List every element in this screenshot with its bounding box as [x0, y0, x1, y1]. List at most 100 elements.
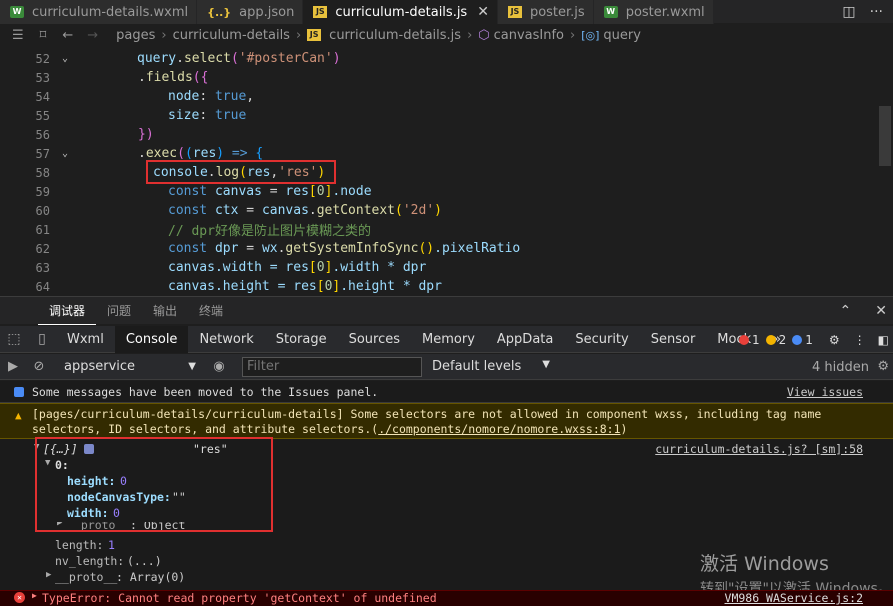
dock-icon[interactable]: ◧ — [878, 333, 889, 347]
token: .height * dpr — [340, 279, 442, 294]
tab-label: poster.wxml — [625, 4, 705, 20]
breadcrumb-item[interactable]: pages — [116, 28, 155, 43]
tab-sources[interactable]: Sources — [338, 326, 411, 353]
inspect-element-icon[interactable]: ⬚ — [0, 326, 28, 353]
tab-network[interactable]: Network — [188, 326, 264, 353]
close-icon[interactable]: ✕ — [875, 303, 887, 319]
token: : — [199, 108, 215, 123]
token: res — [285, 260, 309, 275]
breadcrumb-item[interactable]: curriculum-details.js — [329, 28, 461, 43]
devtools-tab-bar: ⬚ ▯ Wxml Console Network Storage Sources… — [0, 325, 893, 353]
tab-app-json[interactable]: {..} app.json — [197, 0, 304, 24]
tab-debugger[interactable]: 调试器 — [38, 297, 97, 325]
tab-curriculum-details-js[interactable]: JS curriculum-details.js ✕ — [303, 0, 498, 24]
token: , — [246, 89, 255, 104]
token: [ — [308, 184, 317, 199]
code-editor[interactable]: 52 ⌄ query.select('#posterCan') 53 .field… — [0, 46, 893, 296]
tab-storage[interactable]: Storage — [265, 326, 338, 353]
token: .width * dpr — [332, 260, 427, 275]
wxml-icon: W — [603, 6, 618, 18]
tab-label: curriculum-details.wxml — [32, 4, 189, 20]
close-icon[interactable]: ✕ — [477, 4, 489, 20]
log-levels-value: Default levels — [432, 359, 522, 374]
token: canvas — [168, 279, 215, 294]
token: () — [418, 241, 435, 256]
tree-key: nv_length: — [55, 554, 125, 568]
forward-arrow-icon[interactable]: → — [87, 28, 98, 43]
gear-icon[interactable]: ⚙ — [829, 333, 840, 347]
panel-tab-bar: 调试器 问题 输出 终端 ⌃ ✕ — [0, 296, 893, 325]
split-editor-icon[interactable]: ◫ — [842, 4, 855, 20]
tab-terminal[interactable]: 终端 — [188, 297, 234, 325]
tab-memory[interactable]: Memory — [411, 326, 486, 353]
tab-output[interactable]: 输出 — [142, 297, 188, 325]
token: .width = — [214, 260, 286, 275]
log-source-link[interactable]: curriculum-details.js? [sm]:58 — [655, 442, 863, 456]
line-number: 57 — [35, 146, 50, 161]
clear-console-icon[interactable]: ⊘ — [26, 359, 52, 374]
token: query — [137, 51, 177, 66]
tab-poster-js[interactable]: JS poster.js — [497, 0, 594, 24]
error-count[interactable]: 1 — [738, 333, 760, 347]
device-toggle-icon[interactable]: ▯ — [28, 326, 56, 353]
line-number: 56 — [35, 127, 50, 142]
js-icon: JS — [313, 6, 328, 18]
view-issues-link[interactable]: View issues — [787, 385, 863, 399]
breadcrumb-item[interactable]: canvasInfo — [494, 28, 564, 43]
error-source-link[interactable]: VM986 WAService.js:2 — [725, 591, 863, 605]
js-icon: JS — [307, 29, 322, 41]
list-icon[interactable]: ☰ — [12, 28, 24, 43]
filter-input[interactable] — [242, 356, 422, 377]
context-value: appservice — [64, 359, 136, 374]
token: .node — [332, 184, 372, 199]
token: . — [138, 146, 146, 161]
tab-sensor[interactable]: Sensor — [640, 326, 707, 353]
expand-triangle-icon[interactable]: ▶ — [46, 570, 51, 580]
breadcrumb-item[interactable]: curriculum-details — [173, 28, 290, 43]
expand-triangle-icon[interactable]: ▶ — [32, 591, 37, 600]
chevron-up-icon[interactable]: ⌃ — [840, 303, 852, 319]
code-line: 59 const canvas = res[0].node — [0, 182, 880, 201]
more-actions-icon[interactable]: ··· — [870, 4, 883, 20]
bookmark-icon[interactable]: ⌑ — [40, 28, 47, 43]
token: true — [214, 108, 247, 123]
info-count[interactable]: 1 — [792, 333, 813, 347]
warning-count[interactable]: 2 — [765, 333, 786, 347]
token: ) — [216, 146, 225, 161]
context-select[interactable]: appservice ▼ — [60, 357, 200, 377]
token: getSystemInfoSync — [285, 241, 419, 256]
tab-problems[interactable]: 问题 — [96, 297, 142, 325]
tab-label: poster.js — [529, 4, 585, 20]
method-cube-icon: ⬡ — [478, 27, 490, 43]
line-number: 59 — [35, 184, 50, 199]
tab-poster-wxml[interactable]: Wposter.wxml — [593, 0, 714, 24]
editor-scrollbar[interactable] — [879, 106, 891, 166]
tree-key: __proto__ — [55, 570, 118, 584]
tree-value[interactable]: (...) — [127, 554, 162, 568]
fold-chevron-icon[interactable]: ⌄ — [50, 53, 80, 64]
tab-security[interactable]: Security — [564, 326, 639, 353]
tab-curriculum-details-wxml[interactable]: Wcurriculum-details.wxml — [0, 0, 198, 24]
error-icon: ✕ — [14, 592, 25, 603]
tree-key: length: — [55, 538, 104, 552]
code-line: 56 }) — [0, 125, 880, 144]
token: '2d' — [402, 203, 435, 218]
back-arrow-icon[interactable]: ← — [62, 28, 73, 43]
console-message-warning: ▲ [pages/curriculum-details/curriculum-d… — [0, 403, 893, 439]
tab-appdata[interactable]: AppData — [486, 326, 564, 353]
console-error-row[interactable]: ✕ ▶ TypeError: Cannot read property 'get… — [0, 590, 893, 606]
tree-value: : Array(0) — [116, 570, 186, 584]
token: res — [285, 184, 309, 199]
eye-icon[interactable]: ◉ — [206, 359, 232, 374]
token: ( — [184, 146, 193, 161]
kebab-menu-icon[interactable]: ⋮ — [854, 333, 866, 347]
log-levels-select[interactable]: Default levels ▼ — [432, 359, 550, 374]
gear-icon[interactable]: ⚙ — [877, 359, 889, 374]
fold-chevron-icon[interactable]: ⌄ — [50, 148, 80, 159]
tab-console[interactable]: Console — [114, 325, 189, 353]
source-link[interactable]: ./components/nomore/nomore.wxss:8:1 — [378, 422, 620, 436]
breadcrumb-item[interactable]: query — [603, 28, 641, 43]
hidden-count-value: 4 hidden — [812, 359, 869, 375]
sidebar-toggle-icon[interactable]: ▶ — [0, 359, 26, 374]
tab-wxml[interactable]: Wxml — [56, 326, 115, 353]
